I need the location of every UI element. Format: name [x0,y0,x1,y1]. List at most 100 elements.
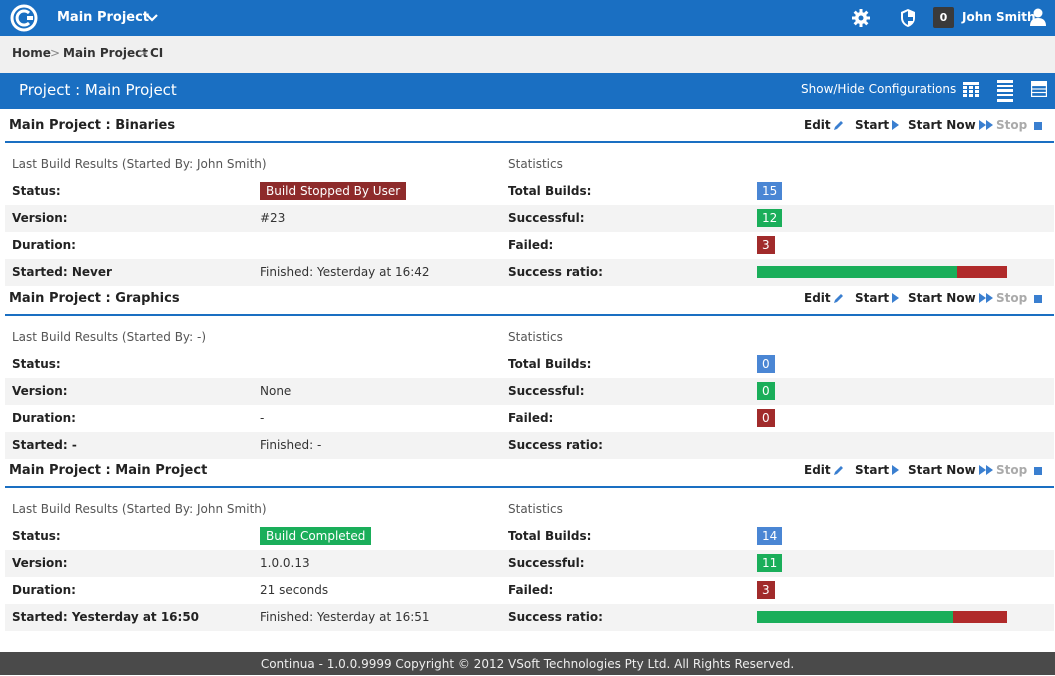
stop-button[interactable]: Stop [996,463,1043,477]
statistics-header: Statistics [508,502,563,516]
table-row: Status: Total Builds: 0 [5,351,1054,378]
version-value: None [260,384,292,398]
version-label: Version: [12,211,68,225]
failed-label: Failed: [508,583,554,597]
start-button[interactable]: Start [855,118,900,132]
play-icon [889,463,900,477]
stop-label: Stop [996,463,1028,477]
edit-label: Edit [804,118,831,132]
started-value: Started: Yesterday at 16:50 [12,610,200,624]
success-ratio-bar [757,266,1007,278]
panel-view-icon[interactable] [996,79,1014,103]
last-build-header: Last Build Results (Started By: John Smi… [12,502,267,516]
started-value: Started: - [12,438,77,452]
started-value: Started: Never [12,265,112,279]
start-now-button[interactable]: Start Now [908,118,994,132]
version-value: 1.0.0.13 [260,556,310,570]
successful-builds-badge[interactable]: 12 [757,209,783,227]
fast-forward-icon [976,291,994,305]
breadcrumb: Home > Main Project > CI [0,36,1055,73]
duration-label: Duration: [12,583,76,597]
breadcrumb-separator: > [138,46,149,60]
successful-builds-badge[interactable]: 11 [757,554,783,572]
successful-label: Successful: [508,556,585,570]
fast-forward-icon [976,118,994,132]
start-label: Start [855,463,890,477]
failed-builds-badge[interactable]: 0 [757,409,775,427]
duration-value: - [260,411,265,425]
list-view-icon[interactable] [1031,81,1047,97]
success-ratio-label: Success ratio: [508,438,603,452]
finished-value: Finished: - [260,438,322,452]
section-divider [5,314,1054,316]
stop-button[interactable]: Stop [996,118,1043,132]
success-ratio-fill [757,611,953,623]
breadcrumb-ci: CI [150,46,164,60]
failed-label: Failed: [508,411,554,425]
stop-icon [1031,118,1043,132]
section-divider [5,141,1054,143]
start-now-label: Start Now [908,118,976,132]
username-label[interactable]: John Smith [962,10,1036,24]
configuration-title[interactable]: Main Project : Graphics [9,291,180,306]
total-builds-badge[interactable]: 0 [757,355,775,373]
table-header-row: Last Build Results (Started By: -) Statis… [5,324,1054,351]
table-row: Status: Build Stopped By User Total Builds… [5,178,1054,205]
start-now-label: Start Now [908,463,976,477]
top-bar: Main Project 0 John Smith [0,0,1055,36]
configuration-section: Main Project : Graphics Edit Start Start No… [5,291,1054,459]
successful-builds-badge[interactable]: 0 [757,382,775,400]
statistics-header: Statistics [508,330,563,344]
pencil-icon [831,463,845,477]
finished-value: Finished: Yesterday at 16:42 [260,265,430,279]
start-label: Start [855,118,890,132]
table-row: Version: 1.0.0.13 Successful: 11 [5,550,1054,577]
breadcrumb-home[interactable]: Home [12,46,51,60]
total-builds-badge[interactable]: 15 [757,182,783,200]
grid-view-icon[interactable] [963,81,979,97]
user-icon[interactable] [1029,7,1047,27]
table-header-row: Last Build Results (Started By: John Smi… [5,151,1054,178]
failed-builds-badge[interactable]: 3 [757,236,775,254]
shield-icon[interactable] [899,8,917,28]
configuration-name: : Graphics [105,291,180,306]
configuration-project-name: Main Project [9,291,102,306]
start-now-button[interactable]: Start Now [908,463,994,477]
project-selector-label[interactable]: Main Project [57,10,149,25]
edit-label: Edit [804,291,831,305]
stop-button[interactable]: Stop [996,291,1043,305]
configuration-title[interactable]: Main Project : Binaries [9,118,175,133]
start-button[interactable]: Start [855,291,900,305]
start-button[interactable]: Start [855,463,900,477]
failed-builds-badge[interactable]: 3 [757,581,775,599]
build-status-badge: Build Completed [260,527,372,545]
table-row: Duration: - Failed: 0 [5,405,1054,432]
duration-value: 21 seconds [260,583,329,597]
success-ratio-fill [757,266,957,278]
version-label: Version: [12,556,68,570]
edit-button[interactable]: Edit [804,291,845,305]
page-header: Project : Main Project Show/Hide Configu… [0,73,1055,109]
start-now-label: Start Now [908,291,976,305]
start-now-button[interactable]: Start Now [908,291,994,305]
chevron-down-icon[interactable] [145,11,159,25]
total-builds-badge[interactable]: 14 [757,527,783,545]
show-hide-configurations-link[interactable]: Show/Hide Configurations [801,82,956,96]
table-row: Started: - Finished: - Success ratio: [5,432,1054,459]
duration-label: Duration: [12,238,76,252]
table-row: Version: #23 Successful: 12 [5,205,1054,232]
status-label: Status: [12,357,61,371]
gear-icon[interactable] [851,8,871,28]
configuration-name: : Binaries [105,118,176,133]
edit-button[interactable]: Edit [804,118,845,132]
breadcrumb-main-project[interactable]: Main Project [63,46,148,60]
pencil-icon [831,291,845,305]
configuration-section: Main Project : Main Project Edit Start Star… [5,463,1054,631]
edit-button[interactable]: Edit [804,463,845,477]
continua-logo-icon[interactable] [10,4,38,32]
configuration-title[interactable]: Main Project : Main Project [9,463,207,478]
stop-icon [1031,291,1043,305]
configuration-project-name: Main Project [9,463,102,478]
notification-count-badge[interactable]: 0 [933,7,954,28]
configuration-name: : Main Project [105,463,208,478]
